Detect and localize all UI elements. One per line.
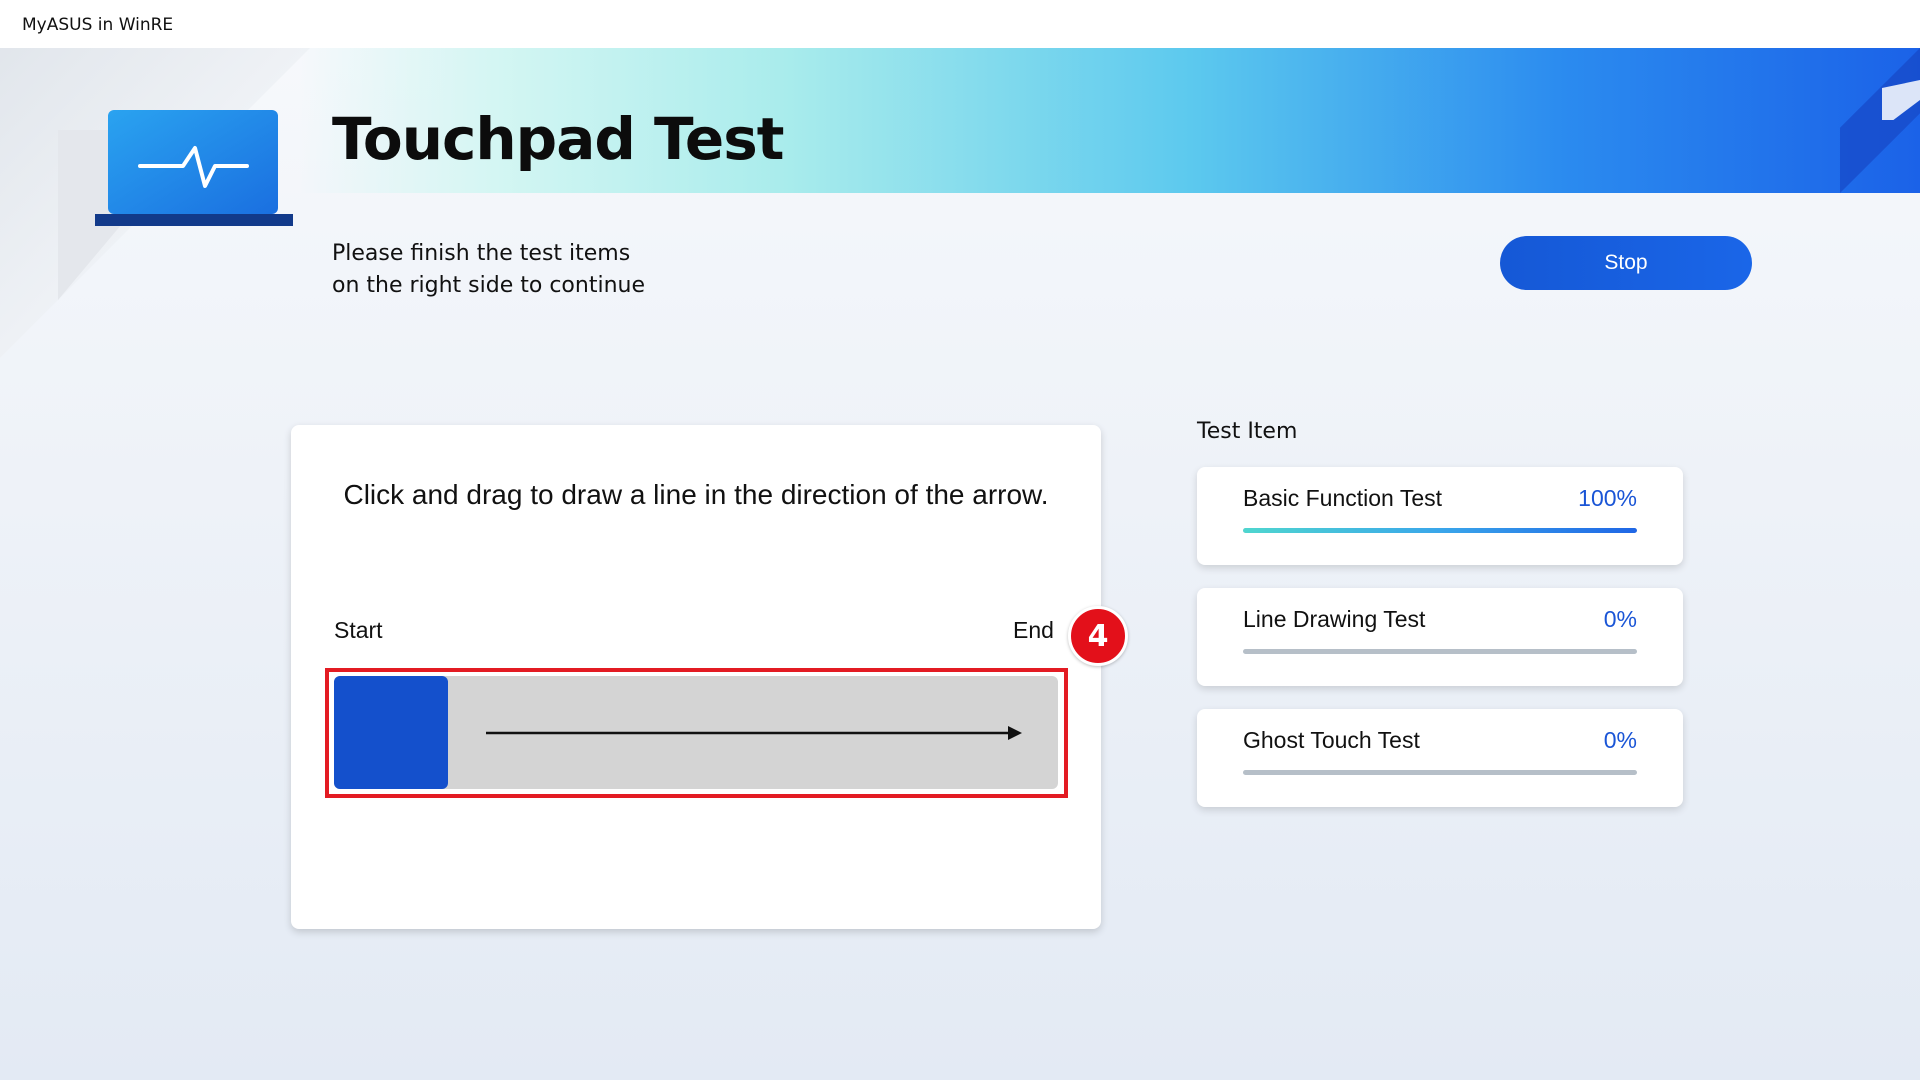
test-item-name: Ghost Touch Test: [1243, 727, 1420, 753]
drawing-track[interactable]: [334, 676, 1058, 789]
arrow-right-icon: [486, 726, 1022, 740]
end-label: End: [1013, 617, 1054, 643]
page-title: Touchpad Test: [332, 105, 784, 173]
progress-bar: [1243, 649, 1637, 654]
progress-fill: [1243, 528, 1637, 533]
test-item-name: Line Drawing Test: [1243, 606, 1426, 632]
step-badge: 4: [1068, 606, 1128, 666]
test-item-heading: Test Item: [1197, 419, 1298, 444]
title-bar: [0, 0, 1920, 48]
laptop-heartbeat-icon: [95, 110, 293, 226]
progress-bar: [1243, 528, 1637, 533]
stop-button[interactable]: Stop: [1500, 236, 1752, 290]
test-item-ghost-touch: Ghost Touch Test 0%: [1197, 709, 1683, 807]
test-item-percent: 0%: [1603, 606, 1637, 632]
test-item-line-drawing: Line Drawing Test 0%: [1197, 588, 1683, 686]
progress-bar: [1243, 770, 1637, 775]
start-label: Start: [334, 617, 383, 643]
drag-handle[interactable]: [334, 676, 448, 789]
instruction-subtitle: Please finish the test items on the righ…: [332, 241, 645, 298]
drawing-instruction: Click and drag to draw a line in the dir…: [343, 479, 1049, 510]
test-item-name: Basic Function Test: [1243, 485, 1443, 511]
test-item-percent: 0%: [1603, 727, 1637, 753]
test-item-percent: 100%: [1578, 485, 1637, 511]
app-title: MyASUS in WinRE: [22, 15, 174, 35]
test-item-basic-function: Basic Function Test 100%: [1197, 467, 1683, 565]
